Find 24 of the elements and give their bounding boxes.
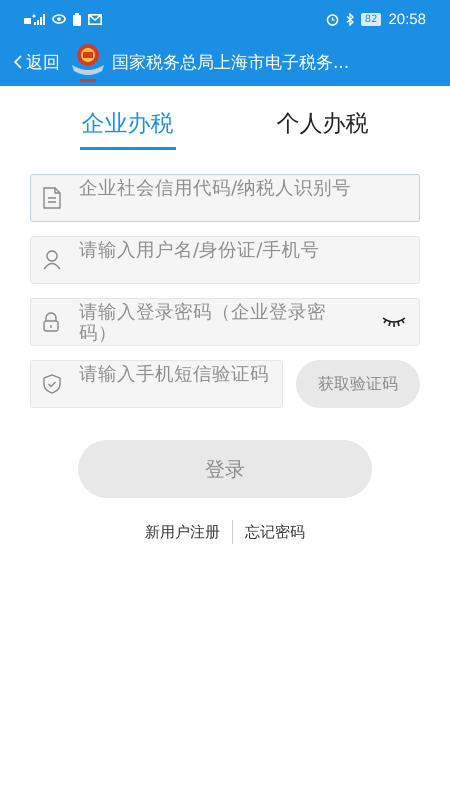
tab[interactable]: 个人办税	[274, 104, 370, 150]
user-icon	[43, 250, 61, 270]
lock-icon	[43, 312, 59, 332]
battery-alert-icon	[73, 12, 81, 26]
signal-icon	[24, 14, 45, 24]
link[interactable]: 新用户注册	[145, 522, 220, 542]
document-icon	[43, 187, 61, 209]
input-field[interactable]: 请输入用户名/身份证/手机号	[30, 236, 420, 284]
clock-time: 20:58	[388, 10, 426, 28]
tab[interactable]: 企业办税	[80, 104, 176, 150]
input-field[interactable]: 请输入手机短信验证码	[30, 360, 283, 408]
eye-closed-icon[interactable]	[382, 316, 406, 328]
back-button[interactable]: 返回	[14, 50, 60, 74]
input-field[interactable]: 企业社会信用代码/纳税人识别号	[30, 174, 420, 222]
link[interactable]: 忘记密码	[245, 522, 305, 542]
alarm-icon	[326, 12, 339, 26]
mail-icon	[88, 14, 102, 24]
input-field[interactable]: 请输入登录密码（企业登录密码）	[30, 298, 420, 346]
shield-check-icon	[43, 374, 61, 394]
battery-level: 82	[360, 12, 382, 26]
page-title: 国家税务总局上海市电子税务...	[112, 52, 350, 74]
chevron-left-icon	[14, 55, 22, 69]
bluetooth-icon	[346, 12, 354, 26]
eye-icon	[52, 14, 66, 24]
